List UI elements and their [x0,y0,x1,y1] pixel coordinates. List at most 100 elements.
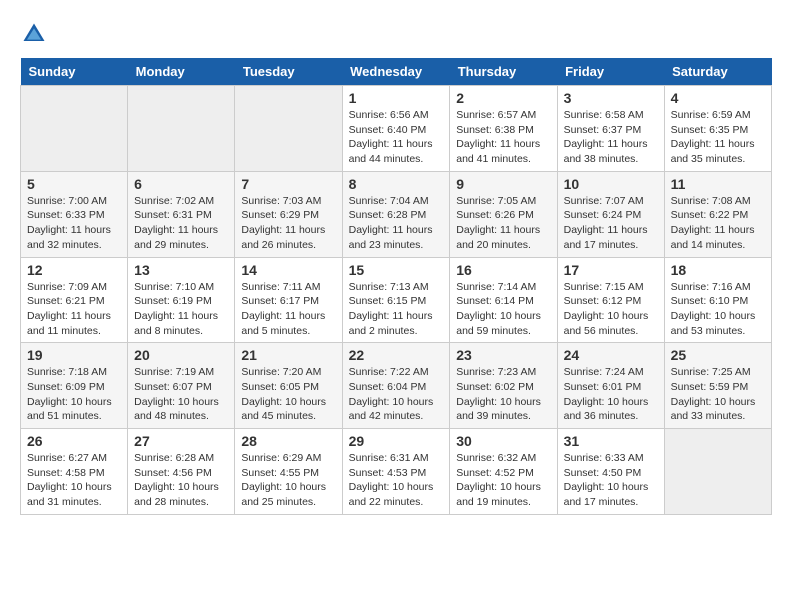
calendar-cell: 13 Sunrise: 7:10 AMSunset: 6:19 PMDayligh… [128,257,235,343]
day-number: 3 [564,90,658,106]
calendar-week-3: 12Sunrise: 7:09 AMSunset: 6:21 PMDayligh… [21,257,772,343]
calendar-header-sunday: Sunday [21,58,128,86]
day-number: 24 [564,347,658,363]
day-info: Sunrise: 7:24 AMSunset: 6:01 PMDaylight:… [564,365,658,424]
calendar-cell: 24 Sunrise: 7:24 AMSunset: 6:01 PMDayligh… [557,343,664,429]
calendar-cell: 25 Sunrise: 7:25 AMSunset: 5:59 PMDayligh… [664,343,771,429]
day-number: 25 [671,347,765,363]
calendar-week-1: 1 Sunrise: 6:56 AMSunset: 6:40 PMDaylight… [21,86,772,172]
calendar-cell: 9Sunrise: 7:05 AMSunset: 6:26 PMDaylight… [450,171,557,257]
day-number: 4 [671,90,765,106]
day-info: Sunrise: 6:31 AMSunset: 4:53 PMDaylight:… [349,451,444,510]
day-number: 2 [456,90,550,106]
day-number: 29 [349,433,444,449]
calendar-cell: 7 Sunrise: 7:03 AMSunset: 6:29 PMDaylight… [235,171,342,257]
calendar-cell: 29 Sunrise: 6:31 AMSunset: 4:53 PMDayligh… [342,429,450,515]
day-number: 17 [564,262,658,278]
day-number: 8 [349,176,444,192]
calendar-week-4: 19Sunrise: 7:18 AMSunset: 6:09 PMDayligh… [21,343,772,429]
calendar-cell: 16 Sunrise: 7:14 AMSunset: 6:14 PMDayligh… [450,257,557,343]
day-info: Sunrise: 7:03 AMSunset: 6:29 PMDaylight:… [241,194,335,253]
day-info: Sunrise: 7:22 AMSunset: 6:04 PMDaylight:… [349,365,444,424]
day-number: 9 [456,176,550,192]
day-number: 31 [564,433,658,449]
day-info: Sunrise: 6:32 AMSunset: 4:52 PMDaylight:… [456,451,550,510]
day-number: 30 [456,433,550,449]
day-number: 20 [134,347,228,363]
calendar: SundayMondayTuesdayWednesdayThursdayFrid… [20,58,772,515]
day-info: Sunrise: 7:07 AMSunset: 6:24 PMDaylight:… [564,194,658,253]
day-info: Sunrise: 7:08 AMSunset: 6:22 PMDaylight:… [671,194,765,253]
calendar-cell: 22 Sunrise: 7:22 AMSunset: 6:04 PMDayligh… [342,343,450,429]
calendar-cell: 2 Sunrise: 6:57 AMSunset: 6:38 PMDaylight… [450,86,557,172]
day-info: Sunrise: 7:02 AMSunset: 6:31 PMDaylight:… [134,194,228,253]
day-number: 16 [456,262,550,278]
calendar-cell: 17Sunrise: 7:15 AMSunset: 6:12 PMDayligh… [557,257,664,343]
day-number: 28 [241,433,335,449]
day-number: 21 [241,347,335,363]
day-info: Sunrise: 7:20 AMSunset: 6:05 PMDaylight:… [241,365,335,424]
day-number: 13 [134,262,228,278]
calendar-cell: 1 Sunrise: 6:56 AMSunset: 6:40 PMDaylight… [342,86,450,172]
calendar-cell: 3Sunrise: 6:58 AMSunset: 6:37 PMDaylight… [557,86,664,172]
day-info: Sunrise: 7:04 AMSunset: 6:28 PMDaylight:… [349,194,444,253]
day-info: Sunrise: 7:13 AMSunset: 6:15 PMDaylight:… [349,280,444,339]
day-info: Sunrise: 6:28 AMSunset: 4:56 PMDaylight:… [134,451,228,510]
day-info: Sunrise: 7:19 AMSunset: 6:07 PMDaylight:… [134,365,228,424]
calendar-cell: 30 Sunrise: 6:32 AMSunset: 4:52 PMDayligh… [450,429,557,515]
calendar-cell [235,86,342,172]
calendar-cell: 27 Sunrise: 6:28 AMSunset: 4:56 PMDayligh… [128,429,235,515]
day-number: 19 [27,347,121,363]
logo [20,20,52,48]
day-info: Sunrise: 7:16 AMSunset: 6:10 PMDaylight:… [671,280,765,339]
calendar-cell: 11 Sunrise: 7:08 AMSunset: 6:22 PMDayligh… [664,171,771,257]
calendar-header-thursday: Thursday [450,58,557,86]
calendar-cell: 15 Sunrise: 7:13 AMSunset: 6:15 PMDayligh… [342,257,450,343]
day-number: 22 [349,347,444,363]
day-number: 26 [27,433,121,449]
day-info: Sunrise: 6:59 AMSunset: 6:35 PMDaylight:… [671,108,765,167]
day-info: Sunrise: 6:29 AMSunset: 4:55 PMDaylight:… [241,451,335,510]
day-info: Sunrise: 6:27 AMSunset: 4:58 PMDaylight:… [27,451,121,510]
calendar-header-monday: Monday [128,58,235,86]
calendar-cell: 28 Sunrise: 6:29 AMSunset: 4:55 PMDayligh… [235,429,342,515]
day-number: 7 [241,176,335,192]
calendar-cell: 31Sunrise: 6:33 AMSunset: 4:50 PMDayligh… [557,429,664,515]
day-number: 5 [27,176,121,192]
calendar-header-row: SundayMondayTuesdayWednesdayThursdayFrid… [21,58,772,86]
day-number: 14 [241,262,335,278]
day-info: Sunrise: 6:57 AMSunset: 6:38 PMDaylight:… [456,108,550,167]
day-info: Sunrise: 7:10 AMSunset: 6:19 PMDaylight:… [134,280,228,339]
calendar-week-5: 26 Sunrise: 6:27 AMSunset: 4:58 PMDayligh… [21,429,772,515]
day-info: Sunrise: 7:23 AMSunset: 6:02 PMDaylight:… [456,365,550,424]
day-info: Sunrise: 7:00 AMSunset: 6:33 PMDaylight:… [27,194,121,253]
day-number: 6 [134,176,228,192]
calendar-cell: 26 Sunrise: 6:27 AMSunset: 4:58 PMDayligh… [21,429,128,515]
calendar-cell: 12Sunrise: 7:09 AMSunset: 6:21 PMDayligh… [21,257,128,343]
calendar-cell [664,429,771,515]
calendar-cell: 20 Sunrise: 7:19 AMSunset: 6:07 PMDayligh… [128,343,235,429]
calendar-cell [128,86,235,172]
calendar-header-saturday: Saturday [664,58,771,86]
header [20,20,772,48]
day-number: 27 [134,433,228,449]
day-number: 1 [349,90,444,106]
day-number: 12 [27,262,121,278]
day-number: 18 [671,262,765,278]
day-number: 11 [671,176,765,192]
day-number: 10 [564,176,658,192]
calendar-cell: 6 Sunrise: 7:02 AMSunset: 6:31 PMDaylight… [128,171,235,257]
calendar-header-wednesday: Wednesday [342,58,450,86]
calendar-cell: 8 Sunrise: 7:04 AMSunset: 6:28 PMDaylight… [342,171,450,257]
calendar-cell: 18 Sunrise: 7:16 AMSunset: 6:10 PMDayligh… [664,257,771,343]
calendar-header-friday: Friday [557,58,664,86]
day-info: Sunrise: 7:11 AMSunset: 6:17 PMDaylight:… [241,280,335,339]
calendar-cell [21,86,128,172]
calendar-cell: 21 Sunrise: 7:20 AMSunset: 6:05 PMDayligh… [235,343,342,429]
day-info: Sunrise: 6:56 AMSunset: 6:40 PMDaylight:… [349,108,444,167]
calendar-cell: 19Sunrise: 7:18 AMSunset: 6:09 PMDayligh… [21,343,128,429]
calendar-cell: 14 Sunrise: 7:11 AMSunset: 6:17 PMDayligh… [235,257,342,343]
day-info: Sunrise: 7:14 AMSunset: 6:14 PMDaylight:… [456,280,550,339]
day-number: 15 [349,262,444,278]
day-info: Sunrise: 7:25 AMSunset: 5:59 PMDaylight:… [671,365,765,424]
